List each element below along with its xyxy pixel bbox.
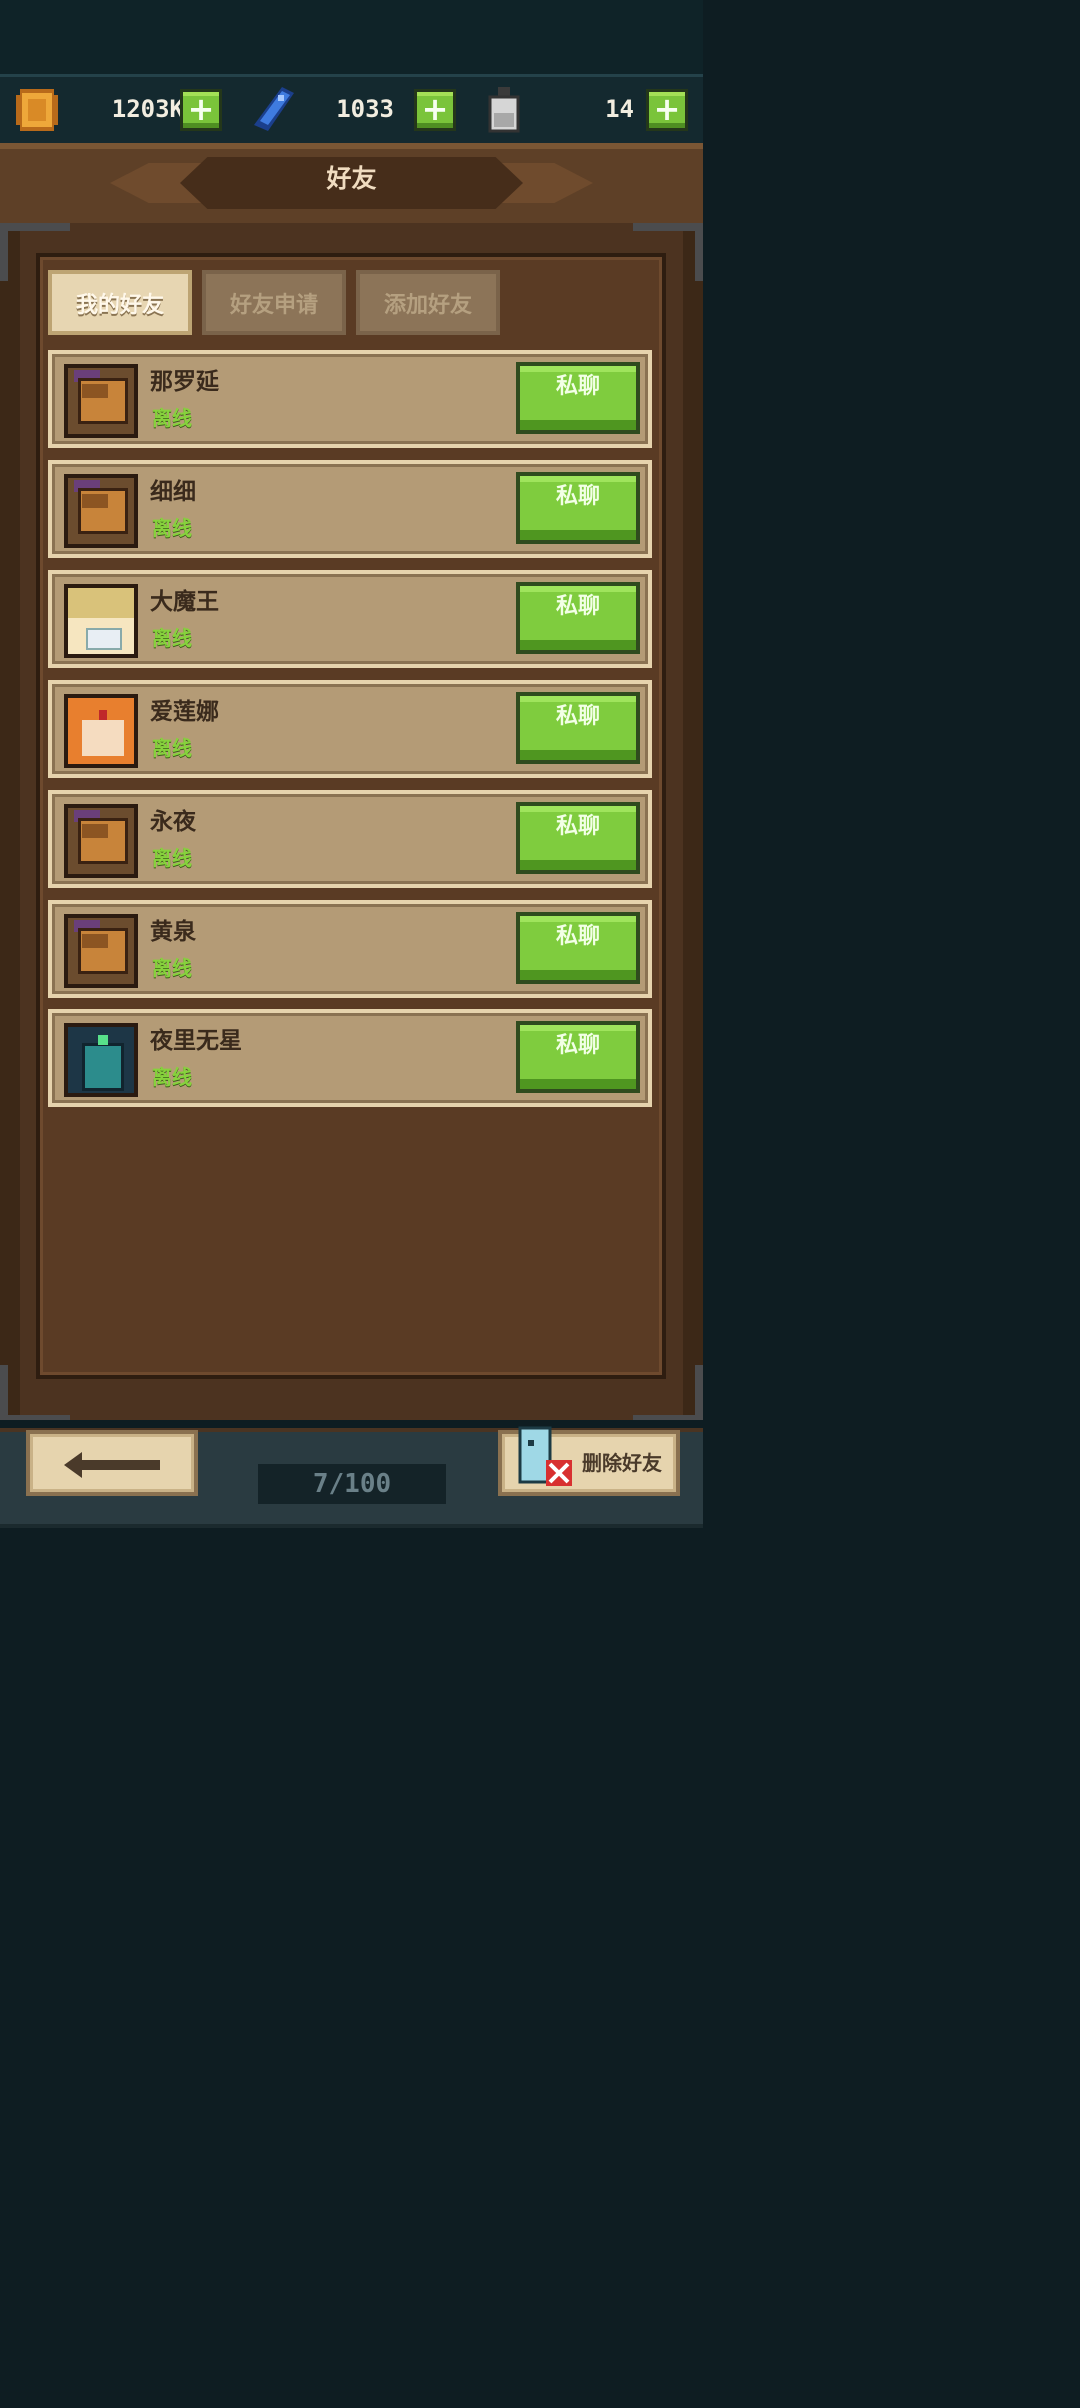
gold-resource: 1203K + <box>14 85 226 135</box>
private-chat-button[interactable]: 私聊 <box>516 1021 640 1093</box>
potion-bottle-icon <box>488 87 520 133</box>
friend-row: 黄泉 离线 私聊 <box>48 900 652 998</box>
friend-status: 离线 <box>152 736 192 760</box>
private-chat-button[interactable]: 私聊 <box>516 802 640 874</box>
friend-row: 那罗延 离线 私聊 <box>48 350 652 448</box>
gem-amount: 1033 <box>336 95 394 123</box>
friend-name: 那罗延 <box>150 369 219 395</box>
friend-status: 离线 <box>152 1065 192 1089</box>
frame-right-edge <box>683 223 703 1423</box>
add-potion-button[interactable]: + <box>646 89 688 131</box>
blue-gem-icon <box>254 87 294 131</box>
friend-count: 7/100 <box>258 1464 446 1504</box>
avatar[interactable] <box>64 1023 138 1097</box>
private-chat-button[interactable]: 私聊 <box>516 912 640 984</box>
arrow-left-icon <box>64 1452 160 1478</box>
delete-friend-label: 删除好友 <box>582 1451 662 1475</box>
avatar[interactable] <box>64 694 138 768</box>
friend-status: 离线 <box>152 846 192 870</box>
friend-status: 离线 <box>152 406 192 430</box>
private-chat-button[interactable]: 私聊 <box>516 692 640 764</box>
gem-resource: 1033 + <box>248 85 460 135</box>
delete-friend-button[interactable]: 删除好友 <box>498 1426 680 1496</box>
add-gem-button[interactable]: + <box>414 89 456 131</box>
gold-coin-icon <box>16 89 58 131</box>
avatar[interactable] <box>64 474 138 548</box>
tab-friend-requests[interactable]: 好友申请 <box>202 270 346 335</box>
avatar[interactable] <box>64 584 138 658</box>
avatar[interactable] <box>64 914 138 988</box>
delete-friend-icon <box>518 1426 572 1486</box>
resource-bar: 1203K + 1033 + 14 + <box>0 74 703 146</box>
friend-row: 夜里无星 离线 私聊 <box>48 1009 652 1107</box>
friend-status: 离线 <box>152 626 192 650</box>
friend-name: 细细 <box>150 479 196 505</box>
friend-name: 黄泉 <box>150 919 196 945</box>
back-button[interactable] <box>26 1430 198 1496</box>
friend-name: 永夜 <box>150 809 196 835</box>
add-gold-button[interactable]: + <box>180 89 222 131</box>
corner-bottom-right <box>633 1365 703 1423</box>
avatar[interactable] <box>64 364 138 438</box>
tab-my-friends[interactable]: 我的好友 <box>48 270 192 335</box>
frame-left-edge <box>0 223 20 1423</box>
friend-status: 离线 <box>152 956 192 980</box>
corner-bottom-left <box>0 1365 70 1423</box>
potion-resource: 14 + <box>484 85 696 135</box>
friend-row: 细细 离线 私聊 <box>48 460 652 558</box>
friend-status: 离线 <box>152 516 192 540</box>
friend-name: 大魔王 <box>150 589 219 615</box>
private-chat-button[interactable]: 私聊 <box>516 362 640 434</box>
gold-amount: 1203K <box>111 95 184 123</box>
private-chat-button[interactable]: 私聊 <box>516 472 640 544</box>
potion-amount: 14 <box>605 95 634 123</box>
header-board: 好友 <box>0 143 703 227</box>
tab-add-friend[interactable]: 添加好友 <box>356 270 500 335</box>
private-chat-button[interactable]: 私聊 <box>516 582 640 654</box>
friend-name: 夜里无星 <box>150 1028 242 1054</box>
friend-row: 大魔王 离线 私聊 <box>48 570 652 668</box>
bottom-bar: 7/100 删除好友 <box>0 1420 703 1568</box>
page-title: 好友 <box>326 164 377 193</box>
corner-top-right <box>633 223 703 281</box>
avatar[interactable] <box>64 804 138 878</box>
friend-row: 爱莲娜 离线 私聊 <box>48 680 652 778</box>
friend-row: 永夜 离线 私聊 <box>48 790 652 888</box>
friend-name: 爱莲娜 <box>150 699 219 725</box>
